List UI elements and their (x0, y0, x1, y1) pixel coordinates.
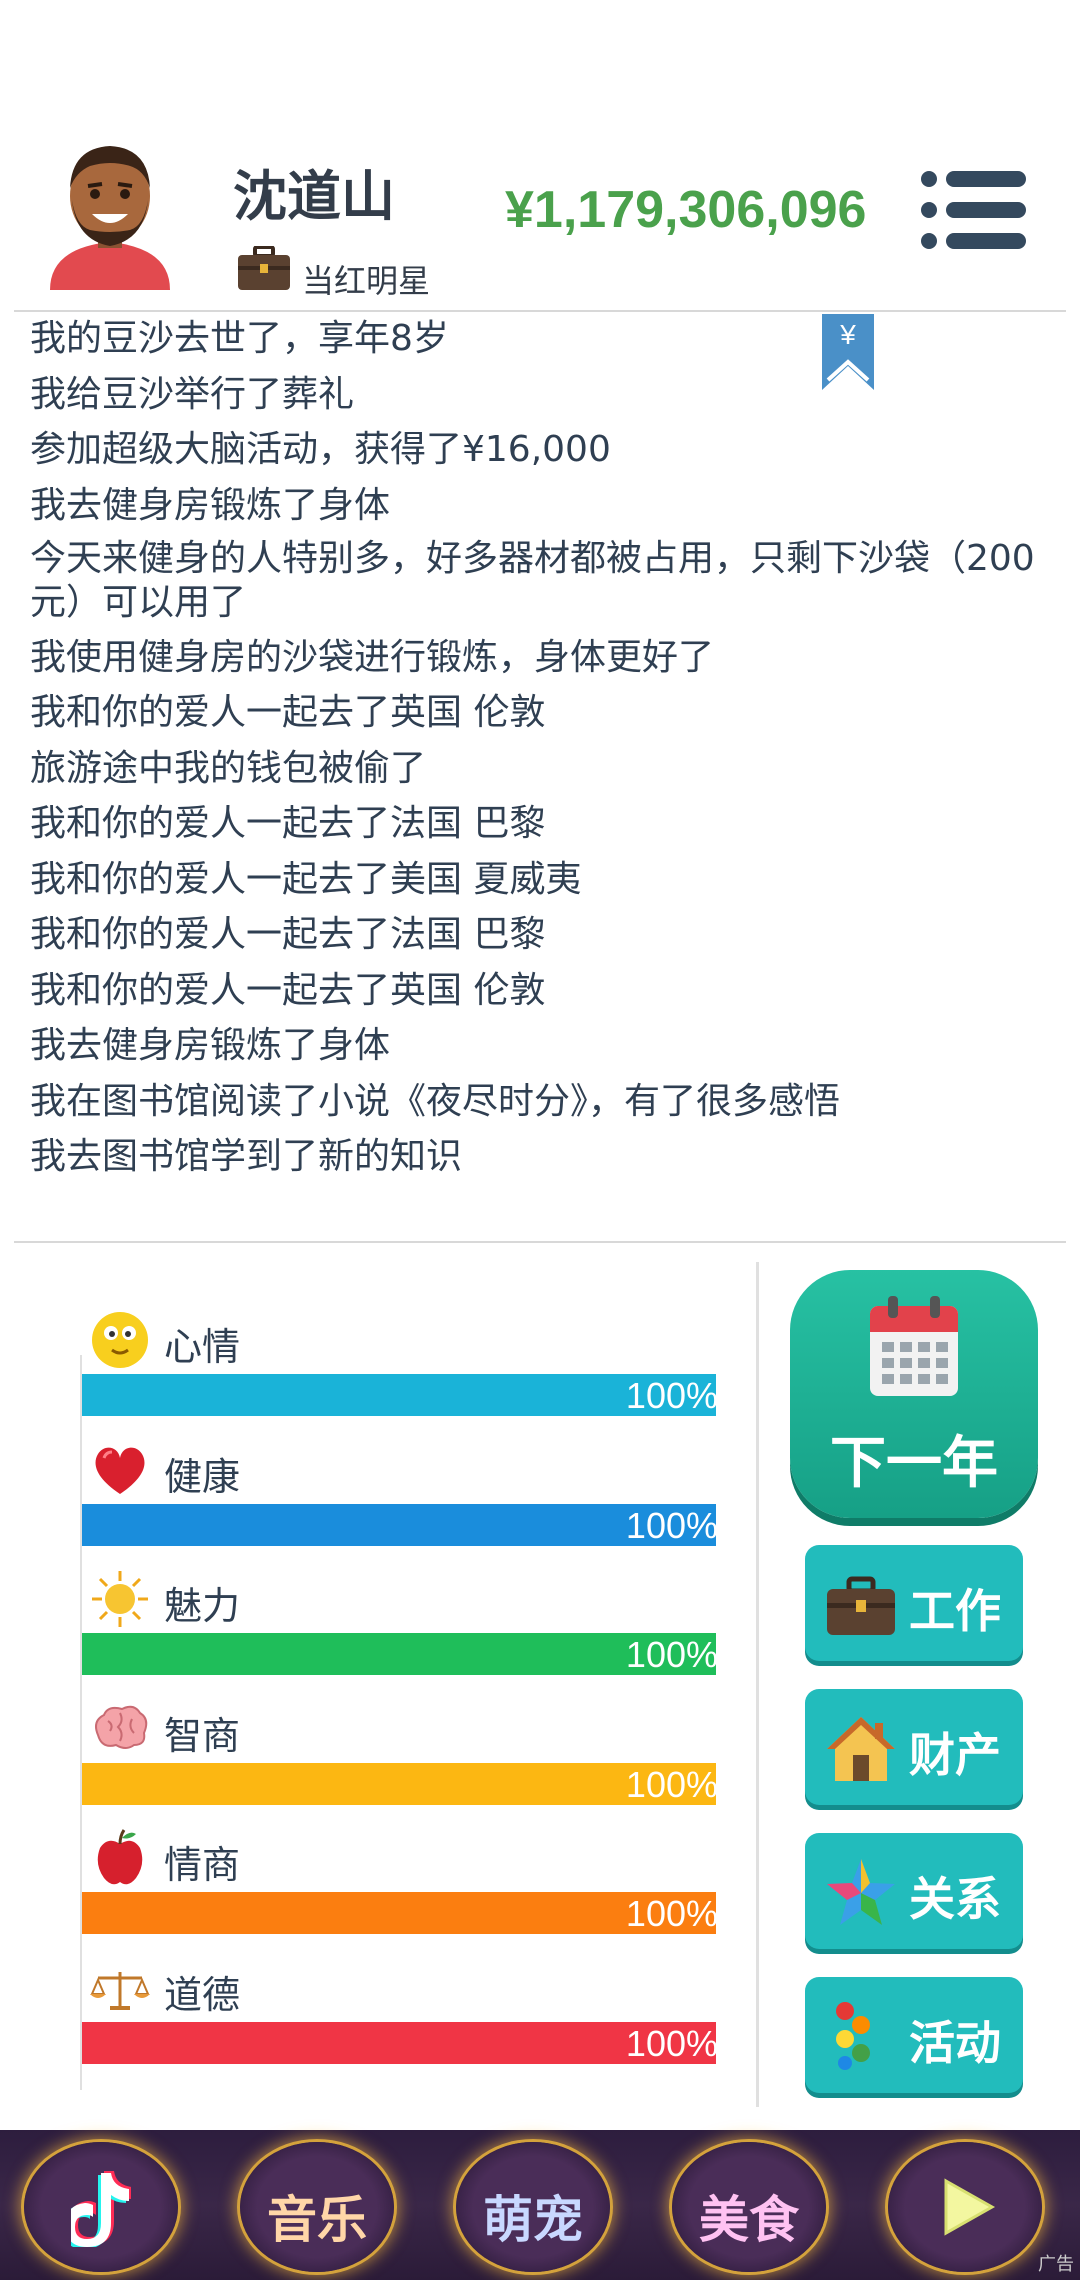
log-line: 我和你的爱人一起去了英国 伦敦 (30, 969, 546, 1011)
stat-morality: 道德 100% (80, 1948, 720, 2078)
pets-button[interactable]: 萌宠 (456, 2142, 610, 2272)
log-divider (14, 1241, 1066, 1243)
log-line: 我和你的爱人一起去了英国 伦敦 (30, 692, 546, 733)
music-label: 音乐 (267, 2191, 367, 2249)
work-button[interactable]: 工作 (805, 1545, 1023, 1661)
stat-bar (82, 1374, 716, 1416)
apple-icon (97, 1829, 143, 1885)
stat-bar-fill (82, 1762, 716, 1805)
stat-bar (82, 1892, 716, 1935)
log-line: 我在图书馆阅读了小说《夜尽时分》，有了很多感悟 (30, 1080, 841, 1122)
header-divider (14, 310, 1066, 312)
log-line: 今天来健身的人特别多，好多器材都被占用，只剩下沙袋（200元）可以用了 (30, 538, 1035, 623)
property-label: 财产 (909, 1728, 1001, 1782)
panel-separator (756, 1262, 759, 2107)
house-icon (827, 1717, 895, 1781)
stat-bar (82, 2021, 716, 2064)
bottom-bar: 音乐 萌宠 美食 广告 (0, 2130, 1080, 2280)
tiktok-icon (71, 2171, 131, 2247)
food-button[interactable]: 美食 (672, 2142, 826, 2272)
stat-label: 道德 (164, 1972, 241, 2017)
property-button[interactable]: 财产 (805, 1689, 1023, 1805)
event-log: 我的豆沙去世了，享年8岁 我给豆沙举行了葬礼 参加超级大脑活动，获得了¥16,0… (30, 315, 1040, 1189)
food-label: 美食 (699, 2191, 799, 2249)
stat-value: 100% (625, 1763, 718, 1805)
log-line: 我和你的爱人一起去了美国 夏威夷 (30, 858, 582, 900)
player-name: 沈道山 (233, 165, 395, 228)
stat-bar-fill (82, 1503, 716, 1546)
log-line: 我和你的爱人一起去了法国 巴黎 (30, 914, 546, 955)
scales-icon (90, 1971, 150, 2010)
stat-health: 健康 100% (80, 1430, 720, 1560)
log-line: 我去健身房锻炼了身体 (30, 484, 391, 526)
stat-value: 100% (625, 1375, 718, 1416)
stat-charm: 魅力 100% (80, 1559, 720, 1689)
stat-bar-fill (82, 1633, 716, 1676)
activity-dots-icon (836, 2002, 870, 2070)
tiktok-button[interactable] (24, 2142, 178, 2272)
brain-icon (95, 1705, 148, 1749)
game-screen: 沈道山 当红明星 ¥1,179,306,096 ¥ 我的豆沙去世了，享年8岁 我… (0, 0, 1080, 2280)
pets-label: 萌宠 (483, 2191, 583, 2249)
log-line: 我和你的爱人一起去了法国 巴黎 (30, 803, 546, 844)
stat-bar-fill (82, 1374, 716, 1416)
stat-eq: 情商 100% (80, 1818, 720, 1948)
stat-value: 100% (625, 2022, 718, 2064)
activities-label: 活动 (909, 2016, 1001, 2070)
next-year-button[interactable]: 下一年 (790, 1270, 1038, 1518)
avatar-icon[interactable] (40, 130, 180, 290)
stats-panel: 心情 100% 健康 100% 魅力 100% 智商 100% 情商 100% … (80, 1300, 720, 2078)
log-line: 参加超级大脑活动，获得了¥16,000 (30, 429, 611, 470)
stat-iq: 智商 100% (80, 1689, 720, 1819)
sun-icon (92, 1571, 148, 1628)
music-button[interactable]: 音乐 (240, 2142, 394, 2272)
log-line: 我使用健身房的沙袋进行锻炼，身体更好了 (30, 636, 715, 678)
relations-button[interactable]: 关系 (805, 1833, 1023, 1949)
log-line: 我的豆沙去世了，享年8岁 (30, 318, 449, 359)
money-balance: ¥1,179,306,096 (505, 181, 867, 239)
briefcase-icon (238, 246, 290, 290)
stat-label: 健康 (164, 1454, 241, 1499)
smiley-icon (92, 1312, 148, 1368)
menu-icon[interactable] (920, 170, 1026, 250)
work-label: 工作 (909, 1584, 1001, 1638)
log-line: 我去图书馆学到了新的知识 (30, 1136, 463, 1177)
briefcase-icon (827, 1576, 895, 1635)
play-button[interactable] (888, 2142, 1042, 2272)
heart-icon (95, 1447, 145, 1494)
job-title: 当红明星 (302, 262, 431, 300)
stat-label: 心情 (164, 1325, 241, 1369)
stat-value: 100% (625, 1504, 718, 1546)
stat-mood: 心情 100% (80, 1300, 720, 1430)
calendar-icon (870, 1296, 958, 1396)
relations-label: 关系 (909, 1872, 1001, 1926)
stat-label: 情商 (164, 1843, 241, 1888)
stat-bar-fill (82, 1892, 716, 1935)
ad-label: 广告 (1038, 2254, 1074, 2275)
log-line: 旅游途中我的钱包被偷了 (30, 747, 427, 789)
stat-bar (82, 1503, 716, 1546)
stat-bar (82, 1633, 716, 1676)
activities-button[interactable]: 活动 (805, 1977, 1023, 2093)
stat-value: 100% (625, 1893, 718, 1935)
stat-value: 100% (625, 1634, 718, 1676)
log-line: 我给豆沙举行了葬礼 (30, 373, 355, 415)
stat-label: 智商 (164, 1713, 241, 1758)
next-year-label: 下一年 (830, 1431, 998, 1496)
log-line: 我去健身房锻炼了身体 (30, 1025, 391, 1066)
stat-bar-fill (82, 2021, 716, 2064)
play-icon (944, 2178, 996, 2236)
star-icon (827, 1859, 895, 1925)
stat-bar (82, 1762, 716, 1805)
stat-label: 魅力 (164, 1584, 241, 1629)
